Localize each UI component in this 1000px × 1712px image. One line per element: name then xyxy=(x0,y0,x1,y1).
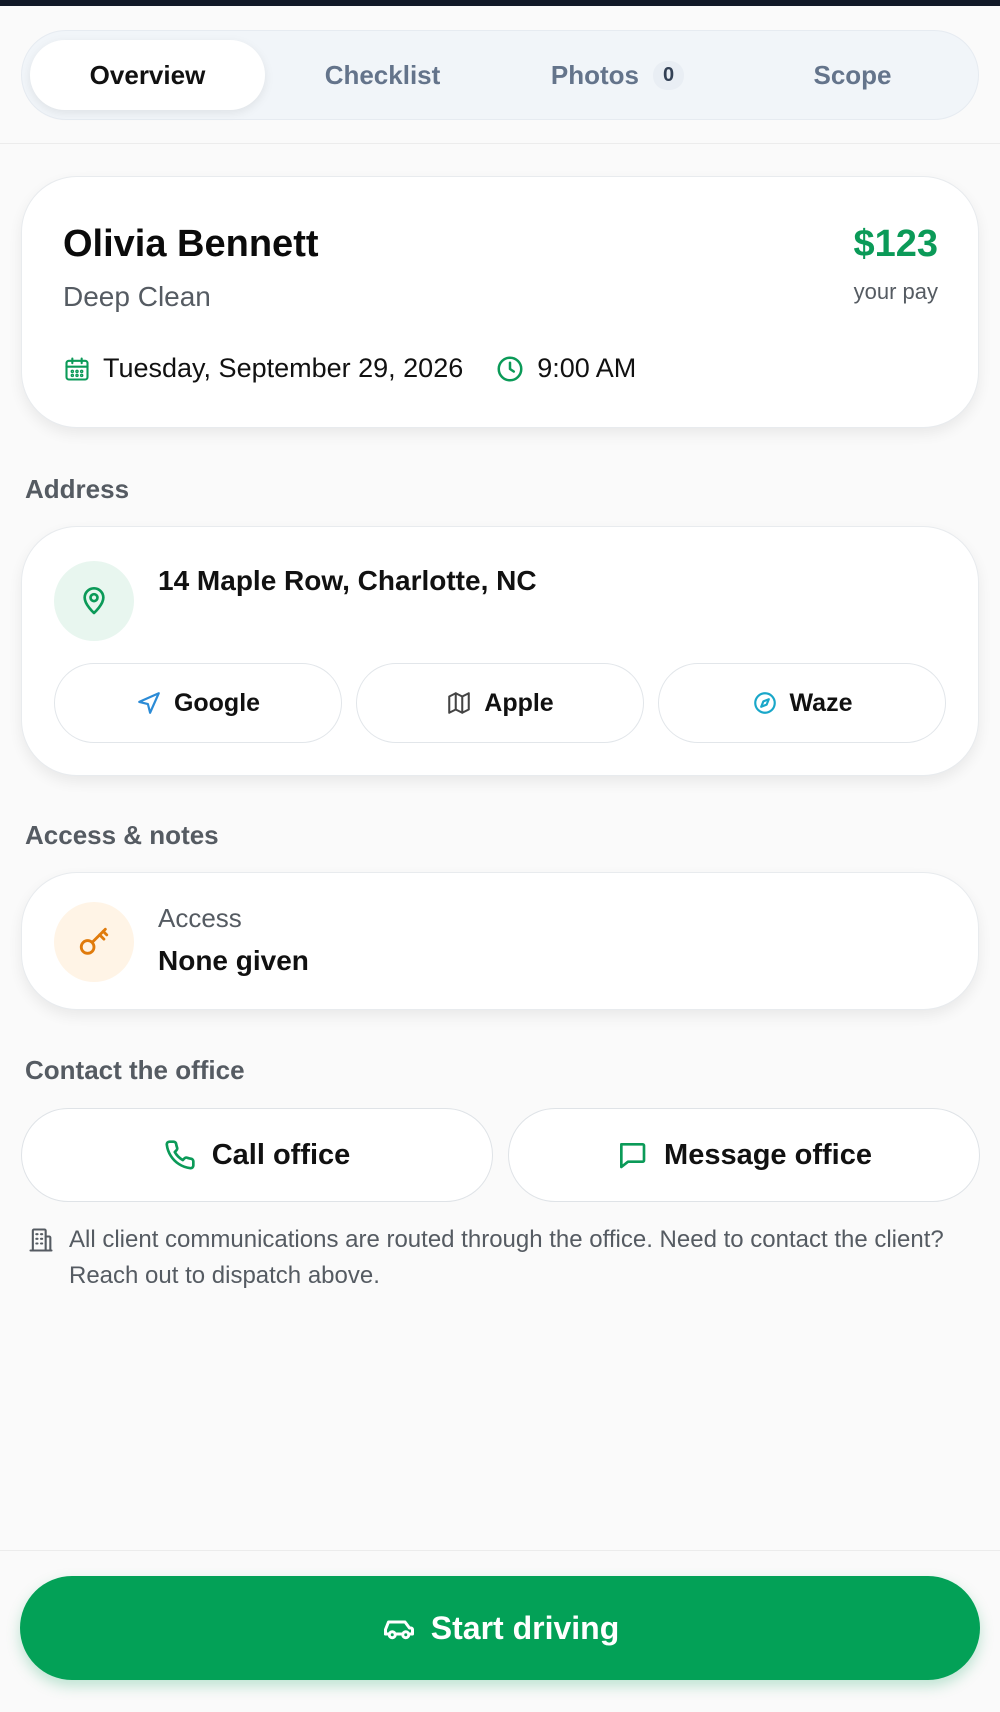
job-summary-card: Olivia Bennett Deep Clean $123 your pay … xyxy=(21,176,979,428)
footer-bar: Start driving xyxy=(0,1550,1000,1712)
job-date: Tuesday, September 29, 2026 xyxy=(103,353,464,383)
google-maps-button[interactable]: Google xyxy=(54,663,342,743)
photos-count-badge: 0 xyxy=(652,60,685,90)
access-value: None given xyxy=(158,945,309,976)
address-card: 14 Maple Row, Charlotte, NC Google Apple… xyxy=(21,526,979,776)
map-icon xyxy=(448,692,471,714)
phone-icon xyxy=(165,1140,195,1170)
message-office-button[interactable]: Message office xyxy=(508,1108,980,1202)
message-office-label: Message office xyxy=(664,1138,872,1171)
navigation-arrow-icon xyxy=(138,692,160,714)
tabs-header: Overview Checklist Photos 0 Scope xyxy=(0,6,1000,144)
start-driving-button[interactable]: Start driving xyxy=(20,1576,980,1680)
job-schedule: Tuesday, September 29, 2026 9:00 AM xyxy=(63,353,636,384)
job-time: 9:00 AM xyxy=(537,353,637,383)
tab-photos[interactable]: Photos 0 xyxy=(500,40,735,110)
office-routing-note-text: All client communications are routed thr… xyxy=(69,1226,944,1289)
contact-section-label: Contact the office xyxy=(25,1055,245,1085)
access-section-label: Access & notes xyxy=(25,820,219,850)
waze-label: Waze xyxy=(789,688,853,717)
tab-scope[interactable]: Scope xyxy=(735,40,970,110)
tab-bar: Overview Checklist Photos 0 Scope xyxy=(21,30,979,120)
google-label: Google xyxy=(173,688,261,717)
compass-icon xyxy=(753,692,776,714)
tab-label: Scope xyxy=(813,59,892,90)
office-routing-note: All client communications are routed thr… xyxy=(27,1222,967,1294)
call-office-label: Call office xyxy=(211,1138,351,1171)
address-text: 14 Maple Row, Charlotte, NC xyxy=(158,565,537,596)
access-card: Access None given xyxy=(21,872,979,1010)
access-label: Access xyxy=(158,903,242,933)
clock-icon xyxy=(497,356,523,381)
building-icon xyxy=(29,1228,53,1252)
start-driving-label: Start driving xyxy=(430,1609,620,1646)
key-badge xyxy=(54,902,134,982)
tab-checklist[interactable]: Checklist xyxy=(265,40,500,110)
tab-label: Checklist xyxy=(324,59,441,90)
apple-label: Apple xyxy=(484,688,554,717)
apple-maps-button[interactable]: Apple xyxy=(356,663,644,743)
job-time-group: 9:00 AM xyxy=(495,353,636,384)
car-icon xyxy=(383,1620,414,1640)
tab-label: Overview xyxy=(89,59,206,90)
client-name: Olivia Bennett xyxy=(63,223,319,265)
map-pin-badge xyxy=(54,561,134,641)
tab-overview[interactable]: Overview xyxy=(30,40,265,110)
waze-button[interactable]: Waze xyxy=(658,663,946,743)
key-icon xyxy=(79,927,109,955)
map-pin-icon xyxy=(83,587,105,615)
address-section-label: Address xyxy=(25,474,130,504)
message-icon xyxy=(620,1143,646,1169)
tab-label: Photos xyxy=(550,59,639,90)
pay-label: your pay xyxy=(853,279,938,304)
calendar-icon xyxy=(65,356,89,381)
pay-amount: $123 xyxy=(853,223,938,265)
call-office-button[interactable]: Call office xyxy=(21,1108,493,1202)
service-type: Deep Clean xyxy=(63,281,211,312)
